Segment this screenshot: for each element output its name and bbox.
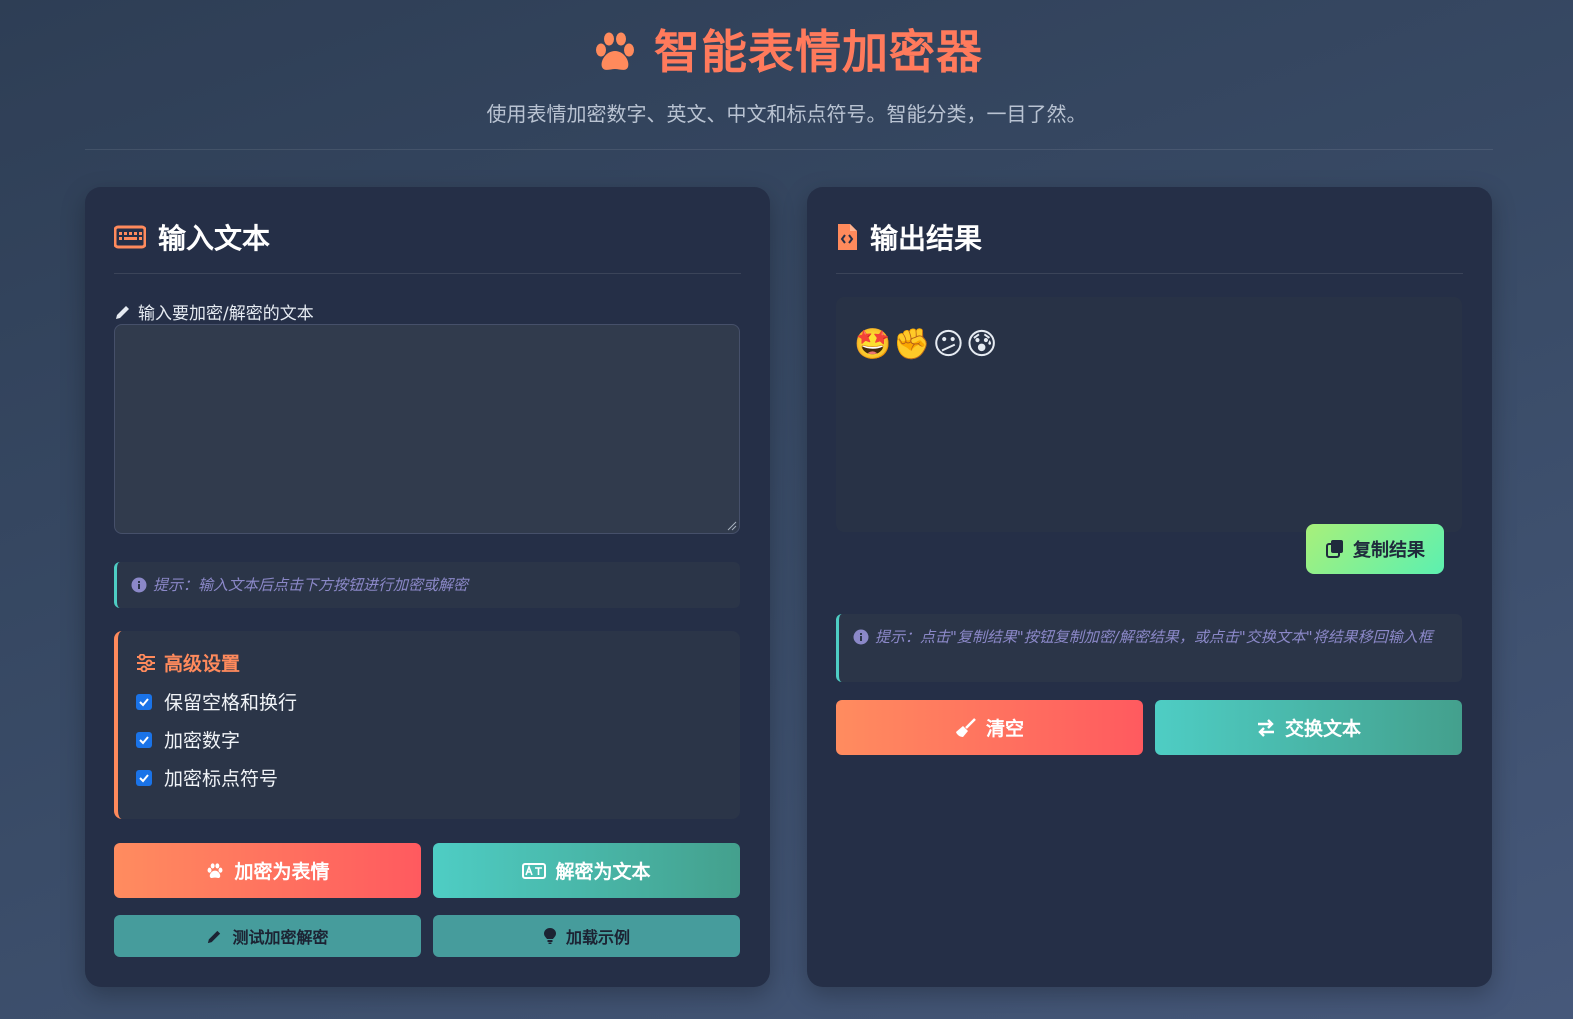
advanced-settings-title: 高级设置 — [164, 653, 241, 675]
header-divider — [85, 149, 1493, 150]
input-panel-title: 输入文本 — [158, 222, 271, 255]
load-example-button[interactable]: 加载示例 — [433, 915, 740, 957]
copy-result-label: 复制结果 — [1353, 540, 1425, 561]
input-tip-text: 提示：输入文本后点击下方按钮进行加密或解密 — [153, 576, 469, 594]
clear-button-label: 清空 — [985, 718, 1024, 740]
option-preserve-whitespace[interactable]: 保留空格和换行 — [136, 688, 297, 715]
output-tip-text: 提示：点击"复制结果"按钮复制加密/解密结果，或点击"交换文本"将结果移回输入框 — [875, 628, 1433, 646]
input-field-label-text: 输入要加密/解密的文本 — [138, 304, 314, 324]
input-tip: 提示：输入文本后点击下方按钮进行加密或解密 — [114, 562, 740, 608]
output-panel-title: 输出结果 — [870, 222, 983, 255]
input-field-label: 输入要加密/解密的文本 — [114, 299, 314, 324]
encrypt-button[interactable]: 加密为表情 — [114, 843, 421, 898]
option-encrypt-numbers[interactable]: 加密数字 — [136, 726, 240, 753]
copy-icon — [1326, 540, 1343, 558]
option-encrypt-punctuation[interactable]: 加密标点符号 — [136, 764, 278, 791]
broom-icon — [955, 717, 976, 737]
keyboard-icon — [114, 225, 146, 249]
advanced-settings: 高级设置 保留空格和换行 加密数字 加密标点符号 — [114, 631, 740, 819]
info-icon — [131, 577, 147, 593]
option-label: 加密数字 — [164, 730, 241, 752]
checkbox-checked-icon[interactable] — [136, 693, 152, 710]
output-tip: 提示：点击"复制结果"按钮复制加密/解密结果，或点击"交换文本"将结果移回输入框 — [836, 614, 1462, 682]
output-panel-header: 输出结果 — [836, 217, 982, 257]
paw-icon — [596, 32, 634, 70]
page-subtitle: 使用表情加密数字、英文、中文和标点符号。智能分类，一目了然。 — [486, 102, 1087, 126]
checkbox-checked-icon[interactable] — [136, 731, 152, 748]
sliders-icon — [137, 653, 155, 672]
advanced-settings-header: 高级设置 — [136, 649, 240, 676]
swap-text-button[interactable]: 交换文本 — [1155, 700, 1462, 755]
file-code-icon — [838, 224, 857, 250]
decrypt-button[interactable]: 解密为文本 — [433, 843, 740, 898]
paw-icon — [208, 862, 223, 878]
output-result[interactable]: 🤩✊😕😰 — [836, 297, 1462, 532]
option-label: 加密标点符号 — [164, 768, 279, 790]
copy-result-button[interactable]: 复制结果 — [1306, 524, 1444, 574]
resize-grip-icon[interactable] — [727, 521, 737, 531]
swap-icon — [1257, 718, 1274, 737]
clear-button[interactable]: 清空 — [836, 700, 1143, 755]
lightbulb-icon — [543, 928, 556, 944]
swap-text-button-label: 交换文本 — [1284, 718, 1361, 740]
pencil-icon — [116, 305, 129, 319]
input-panel-header: 输入文本 — [114, 217, 270, 257]
divider — [114, 273, 741, 274]
test-button[interactable]: 测试加密解密 — [114, 915, 421, 957]
info-icon — [853, 629, 869, 645]
page-header: 智能表情加密器 使用表情加密数字、英文、中文和标点符号。智能分类，一目了然。 — [0, 0, 1573, 150]
test-button-label: 测试加密解密 — [232, 928, 329, 947]
input-panel: 输入文本 输入要加密/解密的文本 提示：输入文本后点击下方按钮进行加密或解密 高… — [85, 187, 770, 987]
divider — [836, 273, 1463, 274]
input-textarea[interactable] — [114, 324, 740, 534]
option-label: 保留空格和换行 — [164, 692, 298, 714]
load-example-button-label: 加载示例 — [565, 928, 630, 947]
output-panel: 输出结果 🤩✊😕😰 复制结果 提示：点击"复制结果"按钮复制加密/解密结果，或点… — [807, 187, 1492, 987]
translate-icon — [522, 862, 547, 879]
pencil-icon — [208, 930, 221, 943]
encrypt-button-label: 加密为表情 — [234, 861, 330, 883]
decrypt-button-label: 解密为文本 — [555, 861, 651, 883]
page-title: 智能表情加密器 — [654, 25, 983, 79]
checkbox-checked-icon[interactable] — [136, 769, 152, 786]
title-row: 智能表情加密器 — [0, 22, 1573, 82]
